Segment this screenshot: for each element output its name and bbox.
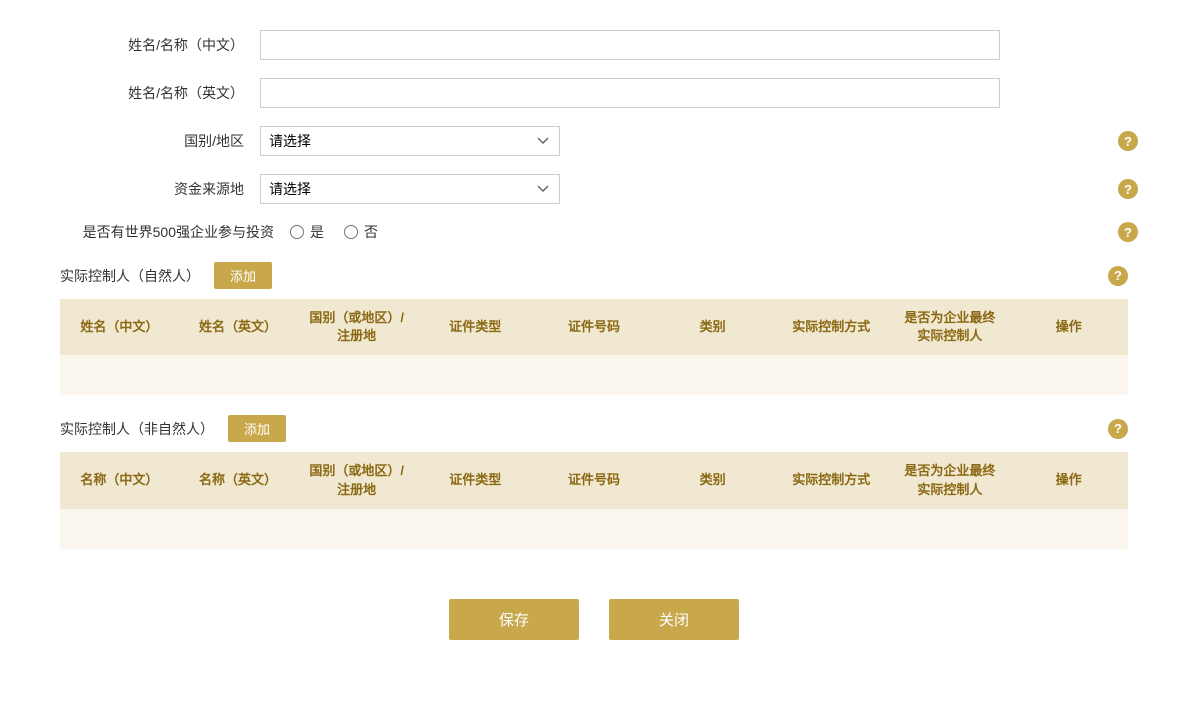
natural-person-col-7: 实际控制方式 <box>772 299 891 355</box>
fortune500-yes-label: 是 <box>310 222 324 242</box>
non-natural-person-col-6: 类别 <box>653 452 772 508</box>
country-row: 国别/地区 请选择 ? <box>60 126 1128 156</box>
name-cn-row: 姓名/名称（中文） <box>60 30 1128 60</box>
natural-person-col-6: 类别 <box>653 299 772 355</box>
name-cn-input[interactable] <box>260 30 1000 60</box>
fortune500-help-icon[interactable]: ? <box>1118 222 1138 242</box>
fortune500-no-radio[interactable] <box>344 225 358 239</box>
non-natural-person-table-header: 名称（中文） 名称（英文） 国别（或地区）/注册地 证件类型 证件号码 类别 实… <box>60 452 1128 508</box>
non-natural-person-add-button[interactable]: 添加 <box>228 415 286 442</box>
fortune500-no[interactable]: 否 <box>344 222 378 242</box>
natural-person-add-button[interactable]: 添加 <box>214 262 272 289</box>
non-natural-person-col-9: 操作 <box>1009 452 1128 508</box>
non-natural-person-help-icon[interactable]: ? <box>1108 419 1128 439</box>
fund-source-label: 资金来源地 <box>60 179 260 199</box>
country-select[interactable]: 请选择 <box>260 126 560 156</box>
natural-person-col-2: 姓名（英文） <box>179 299 298 355</box>
fund-source-select[interactable]: 请选择 <box>260 174 560 204</box>
fund-source-row: 资金来源地 请选择 ? <box>60 174 1128 204</box>
natural-person-col-5: 证件号码 <box>535 299 654 355</box>
bottom-actions: 保存 关闭 <box>60 599 1128 670</box>
non-natural-person-col-4: 证件类型 <box>416 452 535 508</box>
non-natural-person-col-1: 名称（中文） <box>60 452 179 508</box>
fortune500-yes[interactable]: 是 <box>290 222 324 242</box>
country-control: 请选择 <box>260 126 1000 156</box>
fund-source-help-icon[interactable]: ? <box>1118 179 1138 199</box>
country-label: 国别/地区 <box>60 131 260 151</box>
fortune500-yes-radio[interactable] <box>290 225 304 239</box>
non-natural-person-empty-row <box>60 509 1128 549</box>
non-natural-person-col-8: 是否为企业最终实际控制人 <box>891 452 1010 508</box>
natural-person-table: 姓名（中文） 姓名（英文） 国别（或地区）/注册地 证件类型 证件号码 类别 实… <box>60 299 1128 395</box>
fund-source-control: 请选择 <box>260 174 1000 204</box>
fortune500-row: 是否有世界500强企业参与投资 是 否 ? <box>60 222 1128 242</box>
non-natural-person-col-7: 实际控制方式 <box>772 452 891 508</box>
natural-person-col-3: 国别（或地区）/注册地 <box>297 299 416 355</box>
fortune500-control: 是 否 <box>290 222 1030 242</box>
name-en-row: 姓名/名称（英文） <box>60 78 1128 108</box>
natural-person-header: 实际控制人（自然人） 添加 ? <box>60 262 1128 289</box>
non-natural-person-col-2: 名称（英文） <box>179 452 298 508</box>
natural-person-col-1: 姓名（中文） <box>60 299 179 355</box>
name-en-label: 姓名/名称（英文） <box>60 83 260 103</box>
name-cn-label: 姓名/名称（中文） <box>60 35 260 55</box>
non-natural-person-title: 实际控制人（非自然人） <box>60 419 214 439</box>
natural-person-title: 实际控制人（自然人） <box>60 266 200 286</box>
save-button[interactable]: 保存 <box>449 599 579 640</box>
fortune500-radio-group: 是 否 <box>290 222 1030 242</box>
natural-person-col-9: 操作 <box>1009 299 1128 355</box>
non-natural-person-header: 实际控制人（非自然人） 添加 ? <box>60 415 1128 442</box>
close-button[interactable]: 关闭 <box>609 599 739 640</box>
fortune500-label: 是否有世界500强企业参与投资 <box>60 222 290 242</box>
non-natural-person-table: 名称（中文） 名称（英文） 国别（或地区）/注册地 证件类型 证件号码 类别 实… <box>60 452 1128 548</box>
non-natural-person-col-3: 国别（或地区）/注册地 <box>297 452 416 508</box>
natural-person-table-header: 姓名（中文） 姓名（英文） 国别（或地区）/注册地 证件类型 证件号码 类别 实… <box>60 299 1128 355</box>
natural-person-col-8: 是否为企业最终实际控制人 <box>891 299 1010 355</box>
natural-person-help-icon[interactable]: ? <box>1108 266 1128 286</box>
natural-person-empty-row <box>60 355 1128 395</box>
page-container: 姓名/名称（中文） 姓名/名称（英文） 国别/地区 请选择 ? 资金来源地 <box>0 0 1188 710</box>
natural-person-col-4: 证件类型 <box>416 299 535 355</box>
name-en-control <box>260 78 1000 108</box>
country-help-icon[interactable]: ? <box>1118 131 1138 151</box>
non-natural-person-col-5: 证件号码 <box>535 452 654 508</box>
name-cn-control <box>260 30 1000 60</box>
form-section: 姓名/名称（中文） 姓名/名称（英文） 国别/地区 请选择 ? 资金来源地 <box>60 30 1128 242</box>
name-en-input[interactable] <box>260 78 1000 108</box>
fortune500-no-label: 否 <box>364 222 378 242</box>
